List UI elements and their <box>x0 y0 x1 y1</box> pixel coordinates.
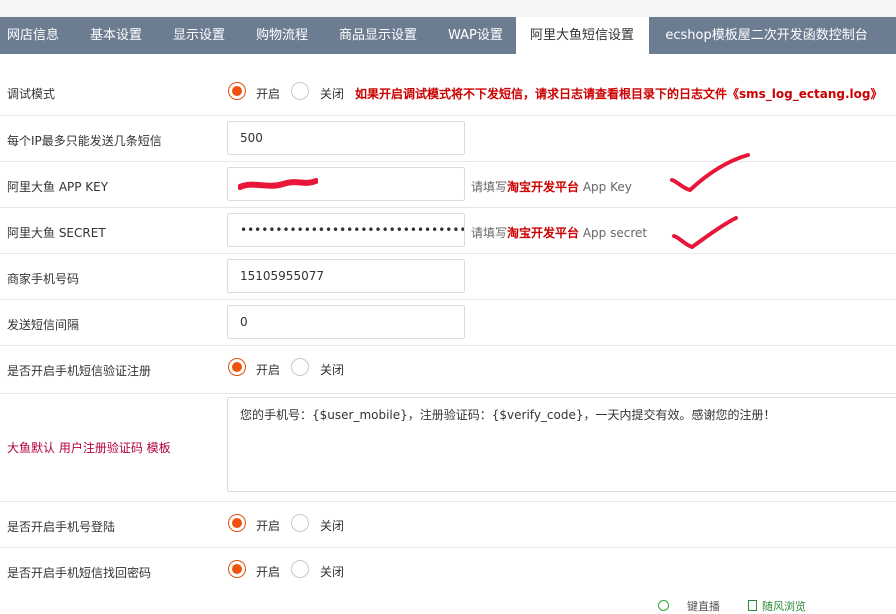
debug-off-radio[interactable] <box>291 82 309 100</box>
app-key-label: 阿里大鱼 APP KEY <box>7 180 109 194</box>
secret-label: 阿里大鱼 SECRET <box>7 226 106 240</box>
send-interval-input[interactable]: 0 <box>227 305 465 339</box>
secret-hint: 请填写淘宝开发平台 App secret <box>471 226 648 240</box>
row-ip-limit: 每个IP最多只能发送几条短信 500 <box>0 116 896 162</box>
sms-register-label: 是否开启手机短信验证注册 <box>7 364 152 378</box>
row-app-key: 阿里大鱼 APP KEY 请填写淘宝开发平台 App Key <box>0 153 896 208</box>
phone-login-label: 是否开启手机号登陆 <box>7 520 116 534</box>
find-password-on-radio[interactable] <box>228 560 246 578</box>
app-key-hint: 请填写淘宝开发平台 App Key <box>471 180 632 194</box>
checkmark-icon <box>670 153 750 193</box>
phone-login-off-label: 关闭 <box>320 519 345 533</box>
tab-ecshop-console[interactable]: ecshop模板屋二次开发函数控制台 <box>649 17 896 54</box>
debug-off-label: 关闭 <box>320 87 345 101</box>
tab-alidayu-sms[interactable]: 阿里大鱼短信设置 <box>516 17 650 54</box>
tab-shop-info[interactable]: 网店信息 <box>0 17 74 54</box>
taskbar-strip: 键直播 随风浏览 <box>0 594 896 613</box>
register-template-label: 大鱼默认 用户注册验证码 模板 <box>7 441 171 455</box>
row-phone-login: 是否开启手机号登陆 开启 关闭 <box>0 502 896 548</box>
tab-basic-settings[interactable]: 基本设置 <box>74 17 157 54</box>
ip-limit-input[interactable]: 500 <box>227 121 465 155</box>
row-merchant-phone: 商家手机号码 15105955077 <box>0 254 896 300</box>
debug-on-label: 开启 <box>256 87 281 101</box>
row-register-template: 大鱼默认 用户注册验证码 模板 您的手机号：{$user_mobile}，注册验… <box>0 394 896 502</box>
sms-register-off-radio[interactable] <box>291 358 309 376</box>
tab-shopping-flow[interactable]: 购物流程 <box>240 17 323 54</box>
row-secret: 阿里大鱼 SECRET ••••••••••••••••••••••••••••… <box>0 208 896 254</box>
find-password-on-label: 开启 <box>256 565 281 579</box>
tab-bar: 网店信息 基本设置 显示设置 购物流程 商品显示设置 WAP设置 阿里大鱼短信设… <box>0 17 896 54</box>
checkmark-icon <box>672 216 738 250</box>
tab-wap-settings[interactable]: WAP设置 <box>432 17 516 54</box>
tab-display-settings[interactable]: 显示设置 <box>157 17 240 54</box>
find-password-label: 是否开启手机短信找回密码 <box>7 566 152 580</box>
page-icon <box>748 600 757 611</box>
send-interval-label: 发送短信间隔 <box>7 318 80 332</box>
tab-goods-display[interactable]: 商品显示设置 <box>323 17 432 54</box>
row-find-password: 是否开启手机短信找回密码 开启 关闭 <box>0 548 896 594</box>
debug-mode-label: 调试模式 <box>7 87 56 101</box>
redaction-scribble-icon <box>238 178 318 190</box>
phone-login-off-radio[interactable] <box>291 514 309 532</box>
sms-register-off-label: 关闭 <box>320 363 345 377</box>
find-password-off-radio[interactable] <box>291 560 309 578</box>
sms-register-on-label: 开启 <box>256 363 281 377</box>
find-password-off-label: 关闭 <box>320 565 345 579</box>
row-debug-mode: 调试模式 开启 关闭 如果开启调试模式将不下发短信，请求日志请查看根目录下的日志… <box>0 69 896 116</box>
app-key-input[interactable] <box>227 167 465 201</box>
phone-login-on-label: 开启 <box>256 519 281 533</box>
row-send-interval: 发送短信间隔 0 <box>0 300 896 346</box>
merchant-phone-input[interactable]: 15105955077 <box>227 259 465 293</box>
debug-on-radio[interactable] <box>228 82 246 100</box>
browse-item[interactable]: 随风浏览 <box>748 598 806 614</box>
circle-icon <box>658 600 669 611</box>
row-sms-register: 是否开启手机短信验证注册 开启 关闭 <box>0 346 896 394</box>
secret-input[interactable]: •••••••••••••••••••••••••••••••• <box>227 213 465 247</box>
debug-warning-text: 如果开启调试模式将不下发短信，请求日志请查看根目录下的日志文件《sms_log_… <box>355 87 883 101</box>
phone-login-on-radio[interactable] <box>228 514 246 532</box>
top-strip <box>0 0 896 17</box>
merchant-phone-label: 商家手机号码 <box>7 272 80 286</box>
live-stream-item[interactable]: 键直播 <box>658 598 720 614</box>
register-template-textarea[interactable]: 您的手机号：{$user_mobile}，注册验证码：{$verify_code… <box>227 397 896 492</box>
ip-limit-label: 每个IP最多只能发送几条短信 <box>7 134 162 148</box>
sms-register-on-radio[interactable] <box>228 358 246 376</box>
